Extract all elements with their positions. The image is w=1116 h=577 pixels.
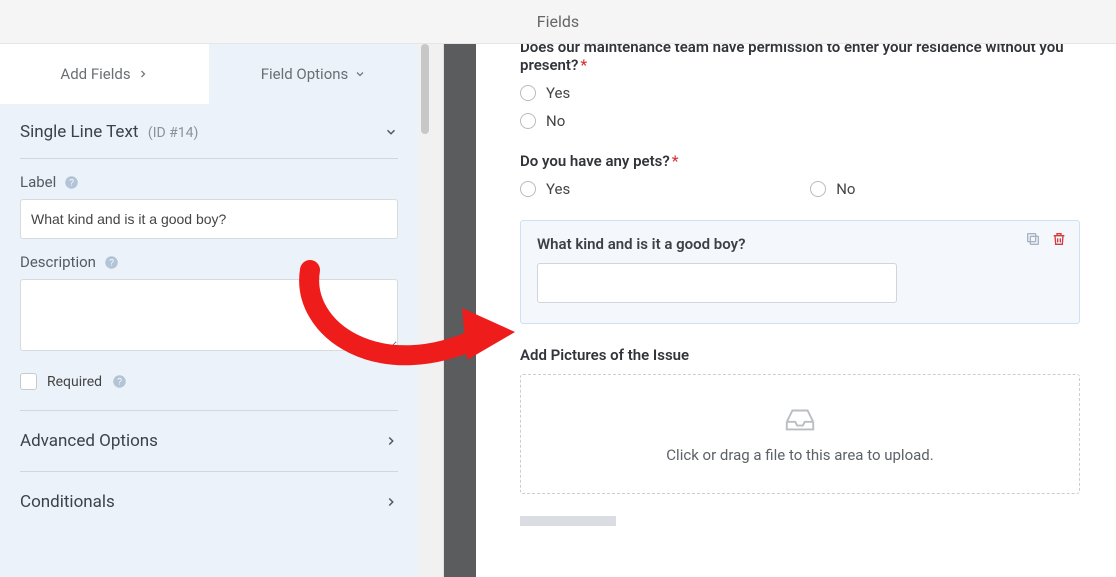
preview-field-upload[interactable]: Add Pictures of the Issue Click or drag … [520,346,1080,494]
field-tools [1025,231,1067,247]
help-icon[interactable]: ? [104,255,119,270]
chevron-down-icon [384,125,398,139]
label-input[interactable] [20,199,398,239]
label-label: Label ? [20,173,398,191]
radio-no[interactable]: No [810,180,855,198]
divider-strip [444,44,476,577]
page-title: Fields [537,12,579,31]
description-label: Description ? [20,253,398,271]
text-input-preview[interactable] [537,263,897,303]
field-label: What kind and is it a good boy? [537,235,1063,253]
upload-dropzone[interactable]: Click or drag a file to this area to upl… [520,374,1080,494]
field-label: Add Pictures of the Issue [520,346,1080,364]
upload-hint: Click or drag a file to this area to upl… [666,446,933,464]
field-id: (ID #14) [148,125,199,141]
description-row: Description ? [0,239,418,355]
radio-yes[interactable]: Yes [520,84,1080,102]
duplicate-icon[interactable] [1025,231,1041,247]
preview-field-permission[interactable]: Does our maintenance team have permissio… [520,44,1080,130]
radio-group: Yes No [520,84,1080,130]
help-icon[interactable]: ? [112,374,127,389]
radio-icon [520,113,536,129]
preview-field-selected[interactable]: What kind and is it a good boy? [520,220,1080,324]
chevron-right-icon [384,495,398,509]
svg-text:?: ? [117,377,122,387]
trash-icon[interactable] [1051,231,1067,247]
form-preview: Does our maintenance team have permissio… [476,44,1116,577]
panel-tabs: Add Fields Field Options [0,44,418,104]
radio-group: Yes No [520,180,1080,198]
inbox-icon [783,404,817,434]
tab-label: Field Options [261,65,349,83]
chevron-right-icon [384,434,398,448]
radio-icon [810,181,826,197]
cutoff-element [520,516,616,526]
field-label: Does our maintenance team have permissio… [520,44,1080,74]
required-row: Required ? [0,355,418,410]
layout: Add Fields Field Options Single Line Tex… [0,44,1116,577]
required-asterisk: * [672,152,679,170]
svg-text:?: ? [69,177,74,187]
required-checkbox[interactable] [20,373,37,390]
conditionals-accordion[interactable]: Conditionals [0,472,418,520]
panel-scrollbar[interactable] [418,44,444,577]
chevron-down-icon [354,68,366,80]
label-row: Label ? [0,159,418,239]
tab-label: Add Fields [60,65,130,83]
field-type-title: Single Line Text [20,122,138,142]
help-icon[interactable]: ? [64,175,79,190]
field-type-section: Single Line Text (ID #14) [0,104,418,159]
chevron-right-icon [137,68,149,80]
radio-icon [520,85,536,101]
scrollbar-thumb[interactable] [421,44,429,134]
svg-text:?: ? [109,257,114,267]
required-label: Required [47,374,102,390]
radio-no[interactable]: No [520,112,1080,130]
options-panel: Add Fields Field Options Single Line Tex… [0,44,418,577]
tab-field-options[interactable]: Field Options [209,44,418,104]
radio-icon [520,181,536,197]
preview-field-pets[interactable]: Do you have any pets?* Yes No [520,152,1080,198]
top-bar: Fields [0,0,1116,44]
advanced-options-accordion[interactable]: Advanced Options [0,411,418,471]
radio-yes[interactable]: Yes [520,180,570,198]
left-column: Add Fields Field Options Single Line Tex… [0,44,444,577]
description-input[interactable] [20,279,398,351]
required-asterisk: * [580,56,587,74]
section-header[interactable]: Single Line Text (ID #14) [20,122,398,159]
field-label: Do you have any pets?* [520,152,1080,170]
tab-add-fields[interactable]: Add Fields [0,44,209,104]
